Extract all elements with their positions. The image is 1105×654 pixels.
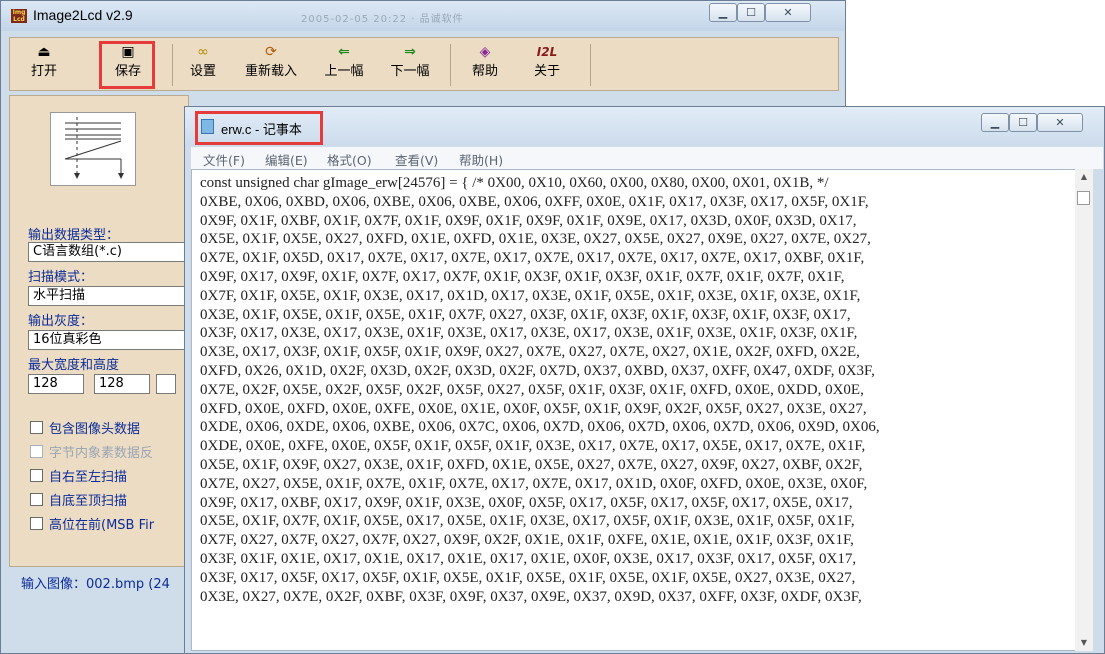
code-line: 0XDE, 0X06, 0XDE, 0X06, 0XBE, 0X06, 0X7C… (200, 419, 880, 436)
maximize-button[interactable]: ☐ (1009, 113, 1037, 132)
code-line: 0X3F, 0X17, 0X3E, 0X17, 0X3E, 0X1F, 0X3E… (200, 325, 858, 342)
reload-button[interactable]: ⟳ 重新载入 (236, 42, 306, 88)
open-button[interactable]: ⏏ 打开 (18, 42, 70, 88)
bottom-to-top-checkbox[interactable]: 自底至顶扫描 (30, 490, 127, 509)
close-button[interactable]: ✕ (1037, 113, 1083, 132)
code-line: 0X7F, 0X27, 0X7F, 0X27, 0X7F, 0X27, 0X9F… (200, 532, 854, 549)
image2lcd-title-bar[interactable]: Img Lcd Image2Lcd v2.9 2005-02-05 20:22 ·… (1, 1, 845, 31)
app-icon: Img Lcd (11, 9, 27, 23)
save-highlight-box (99, 41, 155, 89)
menu-bar: 文件(F) 编辑(E) 格式(O) 查看(V) 帮助(H) (191, 147, 1103, 169)
vertical-scrollbar[interactable]: ▲ ▼ (1075, 169, 1093, 651)
right-to-left-checkbox[interactable]: 自右至左扫描 (30, 466, 127, 485)
prev-image-button[interactable]: ⇐ 上一幅 (316, 42, 372, 88)
status-bar: 输入图像：002.bmp (24 (21, 577, 170, 592)
code-line: 0XDE, 0X0E, 0XFE, 0X0E, 0X5F, 0X1F, 0X5F… (200, 438, 866, 455)
width-input[interactable]: 128 (28, 374, 84, 394)
gray-label: 输出灰度： (28, 314, 94, 329)
toolbar-divider (172, 44, 173, 86)
menu-help[interactable]: 帮助(H) (459, 150, 503, 169)
code-line: 0X5E, 0X1F, 0X5E, 0X27, 0XFD, 0X1E, 0XFD… (200, 231, 871, 248)
close-button[interactable]: ✕ (765, 3, 811, 22)
about-icon: I2L (536, 45, 558, 59)
code-line: 0X5E, 0X1F, 0X7F, 0X1F, 0X5E, 0X17, 0X5E… (200, 513, 855, 530)
gray-select[interactable]: 16位真彩色 (28, 330, 190, 350)
scroll-thumb[interactable] (1077, 191, 1090, 205)
code-line: 0X7E, 0X1F, 0X5D, 0X17, 0X7E, 0X17, 0X7E… (200, 250, 865, 267)
toolbar-divider (450, 44, 451, 86)
size-label: 最大宽度和高度 (28, 358, 120, 373)
scroll-up-icon[interactable]: ▲ (1075, 169, 1093, 185)
settings-button[interactable]: ∞ 设置 (180, 42, 226, 88)
left-arrow-icon: ⇐ (338, 44, 350, 60)
glasses-icon: ∞ (197, 44, 209, 60)
help-button[interactable]: ◈ 帮助 (462, 42, 508, 88)
code-line: 0X3E, 0X27, 0X7E, 0X2F, 0XBF, 0X3F, 0X9F… (200, 588, 862, 605)
code-line: 0XFD, 0X0E, 0XFD, 0X0E, 0XFE, 0X0E, 0X1E… (200, 400, 867, 417)
code-line: 0X9F, 0X17, 0X9F, 0X1F, 0X7F, 0X17, 0X7F… (200, 268, 845, 285)
scan-direction-icon (64, 117, 124, 179)
size-extra-button[interactable] (156, 374, 176, 394)
next-image-button[interactable]: ⇒ 下一幅 (382, 42, 438, 88)
code-line: 0X3E, 0X17, 0X3F, 0X1F, 0X5F, 0X1F, 0X9F… (200, 344, 860, 361)
scan-direction-preview (50, 112, 136, 186)
code-line: 0X7E, 0X2F, 0X5E, 0X2F, 0X5F, 0X2F, 0X5F… (200, 381, 864, 398)
menu-file[interactable]: 文件(F) (203, 150, 245, 169)
code-line: 0XBE, 0X06, 0XBD, 0X06, 0XBE, 0X06, 0XBE… (200, 193, 869, 210)
code-line: 0X5E, 0X1F, 0X9F, 0X27, 0X3E, 0X1F, 0XFD… (200, 456, 863, 473)
reload-icon: ⟳ (265, 44, 277, 60)
code-line: const unsigned char gImage_erw[24576] = … (200, 175, 829, 191)
code-line: 0X3E, 0X1F, 0X5E, 0X1F, 0X5E, 0X1F, 0X7F… (200, 306, 851, 323)
output-type-label: 输出数据类型： (28, 228, 120, 243)
pixel-reverse-checkbox: 字节内象素数据反 (30, 442, 153, 461)
code-text: const unsigned char gImage_erw[24576] = … (200, 174, 1072, 648)
menu-edit[interactable]: 编辑(E) (265, 150, 308, 169)
scroll-down-icon[interactable]: ▼ (1075, 635, 1093, 651)
minimize-button[interactable]: ▁ (709, 3, 737, 22)
msb-first-checkbox[interactable]: 高位在前(MSB Fir (30, 514, 154, 533)
maximize-button[interactable]: ☐ (737, 3, 765, 22)
checkbox-box (30, 517, 43, 530)
minimize-button[interactable]: ▁ (981, 113, 1009, 132)
toolbar-divider (590, 44, 591, 86)
checkbox-box (30, 469, 43, 482)
height-input[interactable]: 128 (94, 374, 150, 394)
notepad-window: erw.c - 记事本 ▁ ☐ ✕ 文件(F) 编辑(E) 格式(O) 查看(V… (184, 106, 1105, 654)
output-type-select[interactable]: C语言数组(*.c) (28, 242, 190, 262)
about-button[interactable]: I2L 关于 (524, 42, 570, 88)
code-line: 0X3F, 0X17, 0X5F, 0X17, 0X5F, 0X1F, 0X5E… (200, 569, 856, 586)
code-line: 0X9F, 0X1F, 0XBF, 0X1F, 0X7F, 0X1F, 0X9F… (200, 212, 857, 229)
code-line: 0XFD, 0X26, 0X1D, 0X2F, 0X3D, 0X2F, 0X3D… (200, 362, 875, 379)
open-icon: ⏏ (37, 44, 51, 60)
code-line: 0X7F, 0X1F, 0X5E, 0X1F, 0X3E, 0X17, 0X1D… (200, 287, 861, 304)
right-arrow-icon: ⇒ (404, 44, 416, 60)
notepad-title-highlight-box (195, 111, 323, 145)
code-line: 0X3F, 0X1F, 0X1E, 0X17, 0X1E, 0X17, 0X1E… (200, 550, 857, 567)
scan-mode-select[interactable]: 水平扫描 (28, 286, 190, 306)
help-icon: ◈ (479, 44, 491, 60)
title-faded-text: 2005-02-05 20:22 · 品诚软件 (301, 14, 464, 25)
code-line: 0X9F, 0X17, 0XBF, 0X17, 0X9F, 0X1F, 0X3E… (200, 494, 853, 511)
code-line: 0X7E, 0X27, 0X5E, 0X1F, 0X7E, 0X1F, 0X7E… (200, 475, 868, 492)
menu-view[interactable]: 查看(V) (395, 150, 438, 169)
scan-mode-label: 扫描模式： (28, 270, 94, 285)
menu-format[interactable]: 格式(O) (327, 150, 372, 169)
checkbox-box (30, 445, 43, 458)
include-header-checkbox[interactable]: 包含图像头数据 (30, 418, 140, 437)
checkbox-box (30, 421, 43, 434)
checkbox-box (30, 493, 43, 506)
settings-panel: 输出数据类型： C语言数组(*.c) 扫描模式： 水平扫描 输出灰度： 16位真… (9, 95, 190, 567)
window-title: Image2Lcd v2.9 (33, 7, 133, 23)
text-editor[interactable]: const unsigned char gImage_erw[24576] = … (191, 169, 1093, 651)
